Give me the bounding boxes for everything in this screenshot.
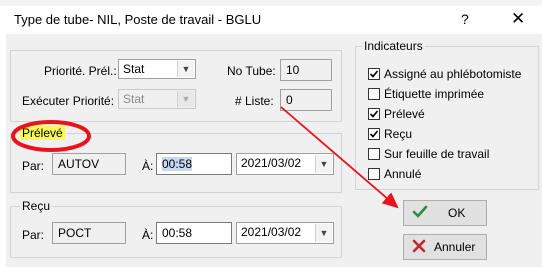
annotation-arrow — [280, 106, 399, 209]
annotation-overlay — [11, 106, 399, 209]
annotation-circle — [11, 120, 91, 152]
